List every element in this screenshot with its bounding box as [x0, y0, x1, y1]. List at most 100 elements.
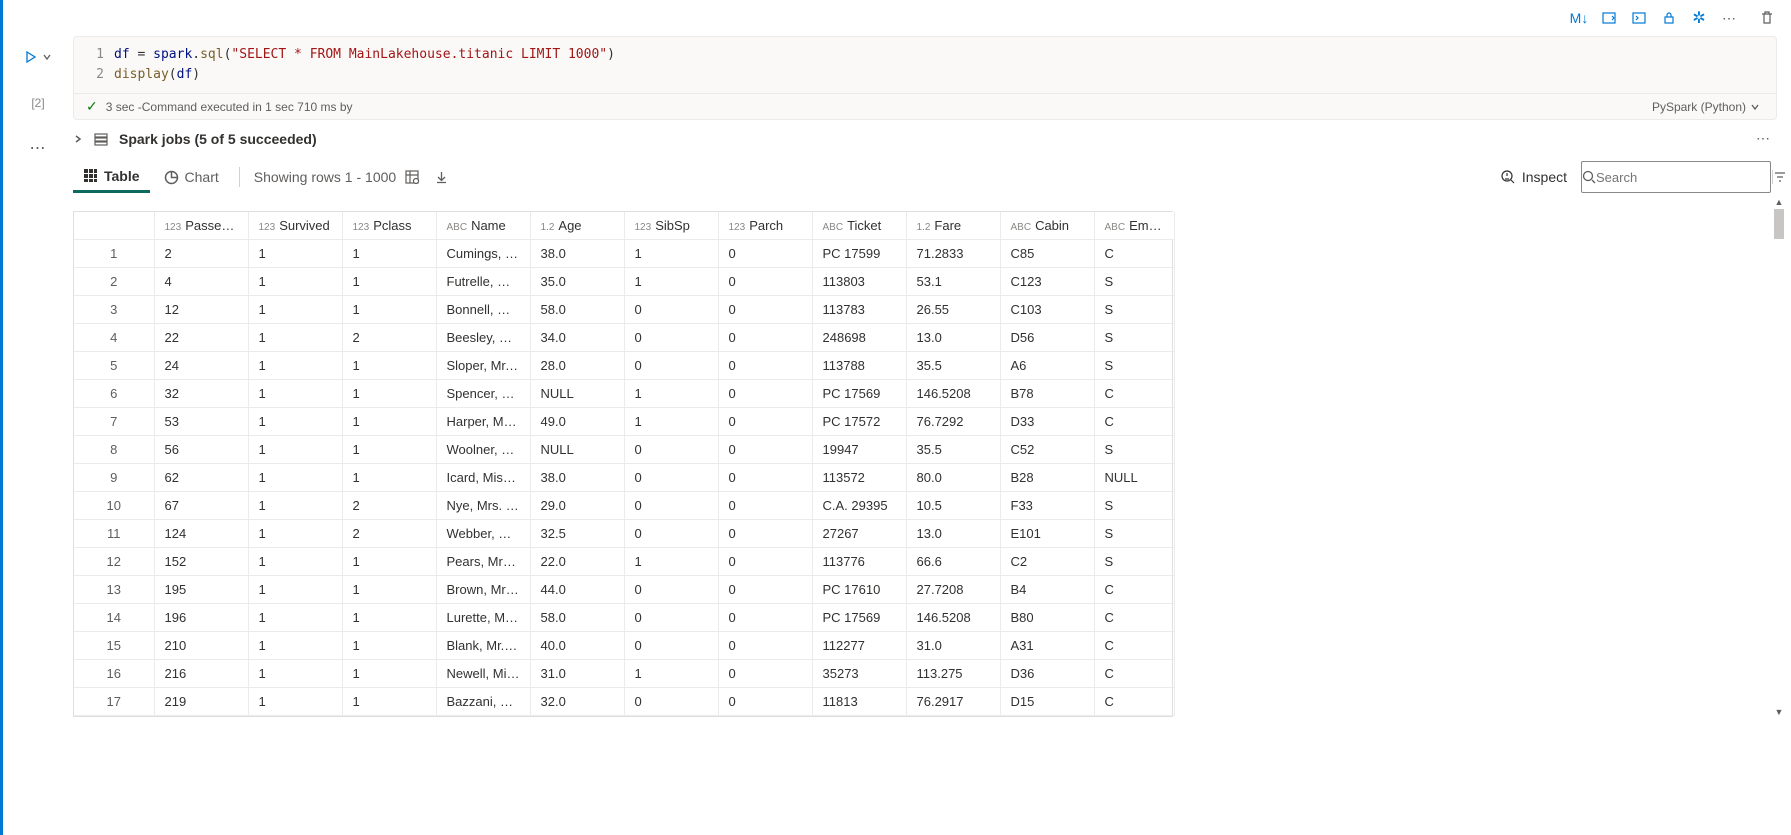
cell[interactable]: A6 [1000, 352, 1094, 380]
cell[interactable]: C85 [1000, 240, 1094, 268]
cell[interactable]: Spencer, Mr.… [436, 380, 530, 408]
cell[interactable]: 248698 [812, 324, 906, 352]
column-header[interactable]: 123Survived [248, 212, 342, 240]
cell[interactable]: 0 [624, 492, 718, 520]
cell[interactable]: 0 [718, 464, 812, 492]
cell[interactable]: S [1094, 548, 1174, 576]
data-grid[interactable]: 123Passenger…123Survived123PclassABCName… [73, 211, 1173, 717]
output-options[interactable]: ⋯ [3, 120, 73, 158]
cell[interactable]: 1 [342, 380, 436, 408]
cell[interactable]: 76.2917 [906, 688, 1000, 716]
cell[interactable]: 0 [718, 632, 812, 660]
cell[interactable]: C [1094, 604, 1174, 632]
table-row[interactable]: 42212Beesley, Mr.…34.00024869813.0D56S [74, 324, 1174, 352]
column-header[interactable]: 123Passenger… [154, 212, 248, 240]
cell[interactable]: 35.5 [906, 436, 1000, 464]
cell[interactable]: C52 [1000, 436, 1094, 464]
cell[interactable]: 4 [154, 268, 248, 296]
table-row[interactable]: 1211Cumings, M…38.010PC 1759971.2833C85C [74, 240, 1174, 268]
cell[interactable]: Bazzani, Mis… [436, 688, 530, 716]
cell[interactable]: 0 [624, 352, 718, 380]
cell[interactable]: 35273 [812, 660, 906, 688]
column-header[interactable]: 123SibSp [624, 212, 718, 240]
cell[interactable]: 1 [342, 660, 436, 688]
cell[interactable]: 113803 [812, 268, 906, 296]
cell[interactable]: NULL [530, 436, 624, 464]
cell[interactable]: 19947 [812, 436, 906, 464]
cell[interactable]: 24 [154, 352, 248, 380]
cell[interactable]: 1 [248, 240, 342, 268]
cell[interactable]: 0 [624, 632, 718, 660]
cell[interactable]: 1 [248, 380, 342, 408]
cell[interactable]: 1 [248, 464, 342, 492]
cell[interactable]: 196 [154, 604, 248, 632]
cell[interactable]: 112277 [812, 632, 906, 660]
cell[interactable]: 0 [624, 688, 718, 716]
vertical-scrollbar[interactable]: ▲ ▼ [1771, 197, 1787, 717]
cell[interactable]: 10.5 [906, 492, 1000, 520]
cell[interactable]: 1 [342, 240, 436, 268]
cell[interactable]: C.A. 29395 [812, 492, 906, 520]
table-row[interactable]: 96211Icard, Miss. …38.00011357280.0B28NU… [74, 464, 1174, 492]
column-header[interactable]: 1.2Age [530, 212, 624, 240]
cell[interactable]: 1 [342, 604, 436, 632]
cell[interactable]: 0 [718, 268, 812, 296]
cell[interactable]: 0 [718, 520, 812, 548]
cell[interactable]: 1 [342, 268, 436, 296]
cell[interactable]: 1 [342, 688, 436, 716]
cell[interactable]: 210 [154, 632, 248, 660]
cell[interactable]: 1 [342, 436, 436, 464]
cell[interactable]: B28 [1000, 464, 1094, 492]
cell[interactable]: Webber, Mi… [436, 520, 530, 548]
cell[interactable]: 27267 [812, 520, 906, 548]
more-icon[interactable]: ⋯ [1715, 6, 1743, 30]
cell[interactable]: 0 [624, 464, 718, 492]
code-content[interactable]: df = spark.sql("SELECT * FROM MainLakeho… [114, 45, 1776, 85]
toggle-output-icon[interactable] [1625, 6, 1653, 30]
cell[interactable]: 32 [154, 380, 248, 408]
cell[interactable]: 71.2833 [906, 240, 1000, 268]
cell[interactable]: 53 [154, 408, 248, 436]
cell[interactable]: 34.0 [530, 324, 624, 352]
cell[interactable]: 44.0 [530, 576, 624, 604]
cell[interactable]: PC 17569 [812, 604, 906, 632]
cell[interactable]: Brown, Mrs. … [436, 576, 530, 604]
language-selector[interactable]: PySpark (Python) [1652, 100, 1764, 114]
cell[interactable]: 0 [718, 380, 812, 408]
markdown-toggle[interactable]: M↓ [1565, 6, 1593, 30]
cell[interactable]: 1 [248, 296, 342, 324]
cell[interactable]: C [1094, 688, 1174, 716]
cell[interactable]: Pears, Mrs. … [436, 548, 530, 576]
cell[interactable]: S [1094, 436, 1174, 464]
cell[interactable]: C123 [1000, 268, 1094, 296]
cell[interactable]: S [1094, 296, 1174, 324]
cell[interactable]: S [1094, 492, 1174, 520]
cell[interactable]: Harper, Mrs.… [436, 408, 530, 436]
cell[interactable]: NULL [530, 380, 624, 408]
column-header[interactable]: ABCEmbarked [1094, 212, 1174, 240]
cell[interactable]: 0 [624, 436, 718, 464]
convert-cell-icon[interactable] [1595, 6, 1623, 30]
cell[interactable]: F33 [1000, 492, 1094, 520]
cell[interactable]: 1 [342, 464, 436, 492]
cell[interactable]: 32.0 [530, 688, 624, 716]
table-settings-icon[interactable] [404, 169, 430, 185]
cell[interactable]: 31.0 [906, 632, 1000, 660]
cell[interactable]: 1 [248, 576, 342, 604]
cell[interactable]: C [1094, 632, 1174, 660]
tab-chart[interactable]: Chart [154, 163, 229, 191]
cell[interactable]: 1 [248, 352, 342, 380]
cell[interactable]: 1 [624, 268, 718, 296]
cell[interactable]: 35.0 [530, 268, 624, 296]
cell[interactable]: Newell, Mis… [436, 660, 530, 688]
cell[interactable]: NULL [1094, 464, 1174, 492]
table-row[interactable]: 75311Harper, Mrs.…49.010PC 1757276.7292D… [74, 408, 1174, 436]
run-cell-button[interactable] [24, 50, 38, 64]
cell[interactable]: C [1094, 408, 1174, 436]
cell[interactable]: 58.0 [530, 604, 624, 632]
cell[interactable]: 11813 [812, 688, 906, 716]
cell[interactable]: C103 [1000, 296, 1094, 324]
cell[interactable]: 40.0 [530, 632, 624, 660]
cell[interactable]: 0 [624, 520, 718, 548]
cell[interactable]: 2 [154, 240, 248, 268]
